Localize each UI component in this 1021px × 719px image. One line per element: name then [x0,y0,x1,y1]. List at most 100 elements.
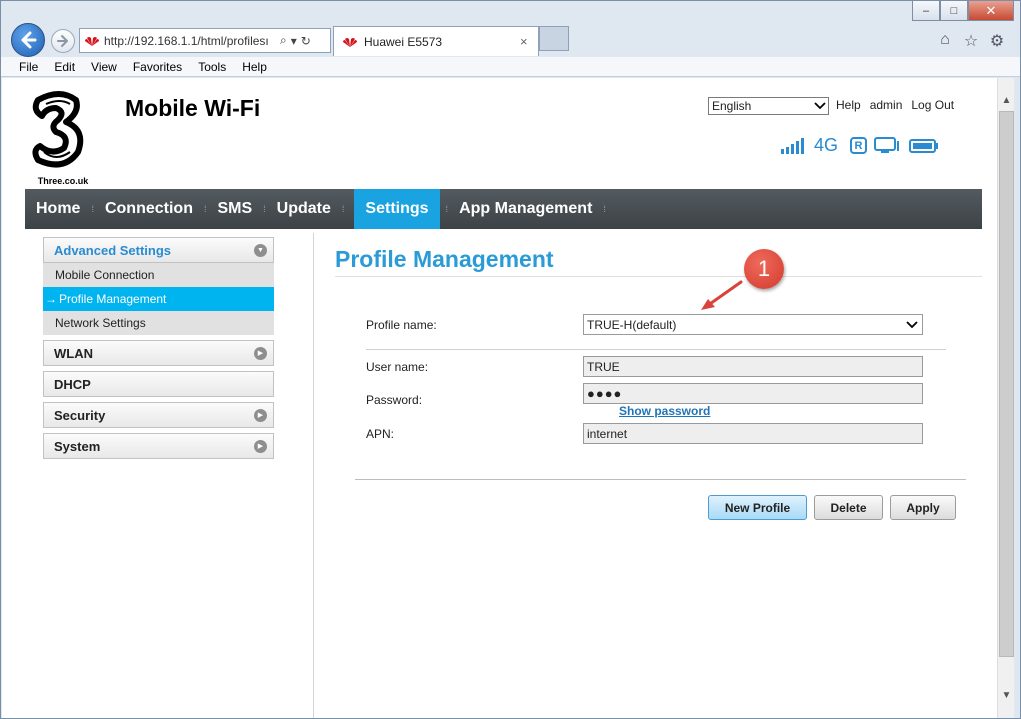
search-icon[interactable]: ⌕ [280,33,287,48]
sidebar-item-profile-management[interactable]: → Profile Management [43,287,274,311]
delete-button[interactable]: Delete [814,495,883,520]
nav-app-management[interactable]: App Management [448,189,603,229]
nav-separator: ⁞ [603,204,606,214]
network-type: 4G [814,135,839,155]
sidebar-security[interactable]: Security ▶ [43,402,274,428]
new-profile-button[interactable]: New Profile [708,495,807,520]
nav-sms[interactable]: SMS [206,189,263,229]
window-controls: – □ ✕ [912,1,1014,21]
annotation-marker: 1 [744,249,784,289]
scroll-thumb[interactable] [999,111,1014,657]
sidebar-item-mobile-connection[interactable]: Mobile Connection [43,263,274,287]
top-links: Help admin Log Out [836,98,954,112]
vertical-scrollbar[interactable]: ▲ ▼ [997,78,1014,718]
menu-edit[interactable]: Edit [46,60,83,74]
sidebar-system[interactable]: System ▶ [43,433,274,459]
arrow-right-icon: → [45,292,57,306]
minimize-button[interactable]: – [912,1,940,21]
title-underline [335,276,982,277]
expand-icon: ▶ [254,439,267,453]
menu-file[interactable]: File [11,60,46,74]
nav-separator: ⁞ [341,204,345,214]
close-button[interactable]: ✕ [968,1,1014,21]
username-field[interactable]: TRUE [583,356,923,377]
three-logo-icon [32,91,84,168]
help-link[interactable]: Help [836,98,861,112]
sidebar-group-label: WLAN [54,345,93,361]
scroll-down-icon[interactable]: ▼ [998,687,1015,704]
address-bar[interactable]: http://192.168.1.1/html/profilesı ⌕ ▾ ↻ [79,28,331,53]
main-navbar: Home ⁞ Connection ⁞ SMS ⁞ Update ⁞ Setti… [25,189,982,229]
menu-bar: File Edit View Favorites Tools Help [1,57,1020,77]
content-divider [313,233,314,718]
menu-view[interactable]: View [83,60,125,74]
expand-icon: ▶ [254,408,267,422]
sidebar-group-label: Advanced Settings [54,242,172,258]
profile-name-label: Profile name: [366,318,437,332]
sidebar-item-label: Profile Management [59,292,167,306]
browser-tab[interactable]: Huawei E5573 × [333,26,539,56]
scroll-up-icon[interactable]: ▲ [998,92,1015,109]
profile-name-select[interactable]: TRUE-H(default) [583,314,923,335]
refresh-icon[interactable]: ↻ [301,34,311,48]
computer-icon [874,136,900,153]
back-button[interactable] [11,23,45,57]
huawei-tab-icon [343,37,357,47]
nav-settings[interactable]: Settings [354,189,440,229]
new-tab-button[interactable] [539,26,569,51]
browser-toolbar-icons: ⌂ ☆ ⚙ [936,31,1006,51]
roaming-icon: R [850,137,868,154]
nav-connection[interactable]: Connection [94,189,204,229]
sidebar-group-label: DHCP [54,376,91,392]
language-select[interactable]: English [708,97,829,115]
home-icon[interactable]: ⌂ [936,31,954,51]
address-url: http://192.168.1.1/html/profilesı [104,33,269,48]
battery-icon [909,138,939,153]
profile-name-value: TRUE-H(default) [587,317,677,332]
apn-value: internet [587,426,628,441]
advanced-settings-submenu: Mobile Connection → Profile Management N… [43,263,274,335]
chevron-down-icon [906,320,918,328]
page-title: Profile Management [335,246,554,272]
menu-favorites[interactable]: Favorites [125,60,190,74]
nav-home[interactable]: Home [25,189,91,229]
dropdown-icon[interactable]: ▾ [291,34,297,48]
browser-nav-row: http://192.168.1.1/html/profilesı ⌕ ▾ ↻ … [9,21,1014,57]
username-label: User name: [366,360,429,374]
forward-button[interactable] [51,29,75,53]
arrow-right-icon [57,35,68,47]
menu-tools[interactable]: Tools [190,60,234,74]
signal-strength-icon [781,137,804,154]
settings-sidebar: Advanced Settings ▼ Mobile Connection → … [43,237,274,464]
user-link[interactable]: admin [870,98,903,112]
sidebar-advanced-settings[interactable]: Advanced Settings ▼ [43,237,274,263]
sidebar-group-label: Security [54,407,106,423]
browser-window: – □ ✕ http://192.168.1.1/html/profilesı … [0,0,1021,719]
arrow-left-icon [21,31,37,49]
sidebar-item-network-settings[interactable]: Network Settings [43,311,274,335]
expand-icon: ▶ [254,346,267,360]
chevron-down-icon [814,102,826,110]
page-viewport: Three.co.uk Mobile Wi-Fi English Help ad… [2,78,997,718]
favorites-star-icon[interactable]: ☆ [962,31,980,51]
show-password-link[interactable]: Show password [619,404,710,418]
collapse-icon: ▼ [254,243,267,257]
password-value: ●●●● [587,386,623,401]
logout-link[interactable]: Log Out [911,98,954,112]
apn-label: APN: [366,427,395,441]
apn-field[interactable]: internet [583,423,923,444]
nav-update[interactable]: Update [266,189,342,229]
tab-close-icon[interactable]: × [520,34,538,49]
buttons-separator [355,479,966,480]
maximize-button[interactable]: □ [940,1,968,21]
apply-button[interactable]: Apply [890,495,956,520]
sidebar-wlan[interactable]: WLAN ▶ [43,340,274,366]
sidebar-dhcp[interactable]: DHCP [43,371,274,397]
brand-title: Mobile Wi-Fi [125,95,261,121]
tab-title: Huawei E5573 [364,34,443,49]
password-field[interactable]: ●●●● [583,383,923,404]
huawei-favicon-icon [85,36,99,46]
menu-help[interactable]: Help [234,60,275,74]
language-value: English [712,99,752,113]
gear-icon[interactable]: ⚙ [988,31,1006,51]
